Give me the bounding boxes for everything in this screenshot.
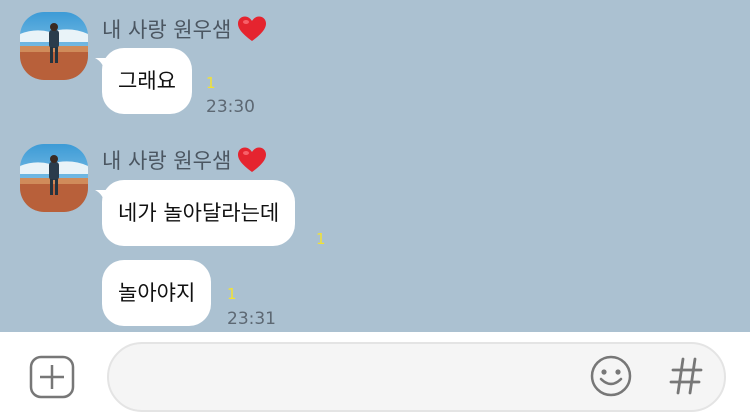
avatar-image <box>20 12 88 80</box>
bubble-tail <box>95 58 111 72</box>
avatar[interactable] <box>20 12 88 80</box>
avatar[interactable] <box>20 144 88 212</box>
emoji-icon[interactable] <box>589 354 633 398</box>
sender-label: 내 사랑 원우샘 <box>102 149 232 173</box>
message-bubble[interactable]: 놀아야지 <box>102 260 212 326</box>
message-time: 23:30 <box>206 97 255 117</box>
message-bubble[interactable]: 네가 놀아달라는데 <box>95 180 296 246</box>
input-bar <box>0 332 750 418</box>
sender-name: 내 사랑 원우샘 <box>102 145 267 175</box>
message-bubble[interactable]: 그래요 <box>95 48 192 114</box>
unread-count: 1 <box>316 230 326 248</box>
plus-square-icon[interactable] <box>29 355 75 399</box>
message-text: 놀아야지 <box>118 281 196 305</box>
sender-label: 내 사랑 원우샘 <box>102 18 232 42</box>
unread-count: 1 <box>206 74 216 92</box>
hash-icon[interactable] <box>667 353 707 399</box>
unread-count: 1 <box>227 285 237 303</box>
heart-icon <box>237 15 267 43</box>
avatar-image <box>20 144 88 212</box>
message-input[interactable] <box>107 342 726 412</box>
chat-area: 내 사랑 원우샘 그래요 1 23:30 내 사랑 원우샘 네가 놀아달라는데 … <box>0 0 750 332</box>
sender-name: 내 사랑 원우샘 <box>102 14 267 44</box>
heart-icon <box>237 146 267 174</box>
message-time: 23:31 <box>227 309 276 329</box>
message-text: 그래요 <box>118 69 176 93</box>
bubble-tail <box>95 190 111 204</box>
message-text: 네가 놀아달라는데 <box>118 201 280 225</box>
